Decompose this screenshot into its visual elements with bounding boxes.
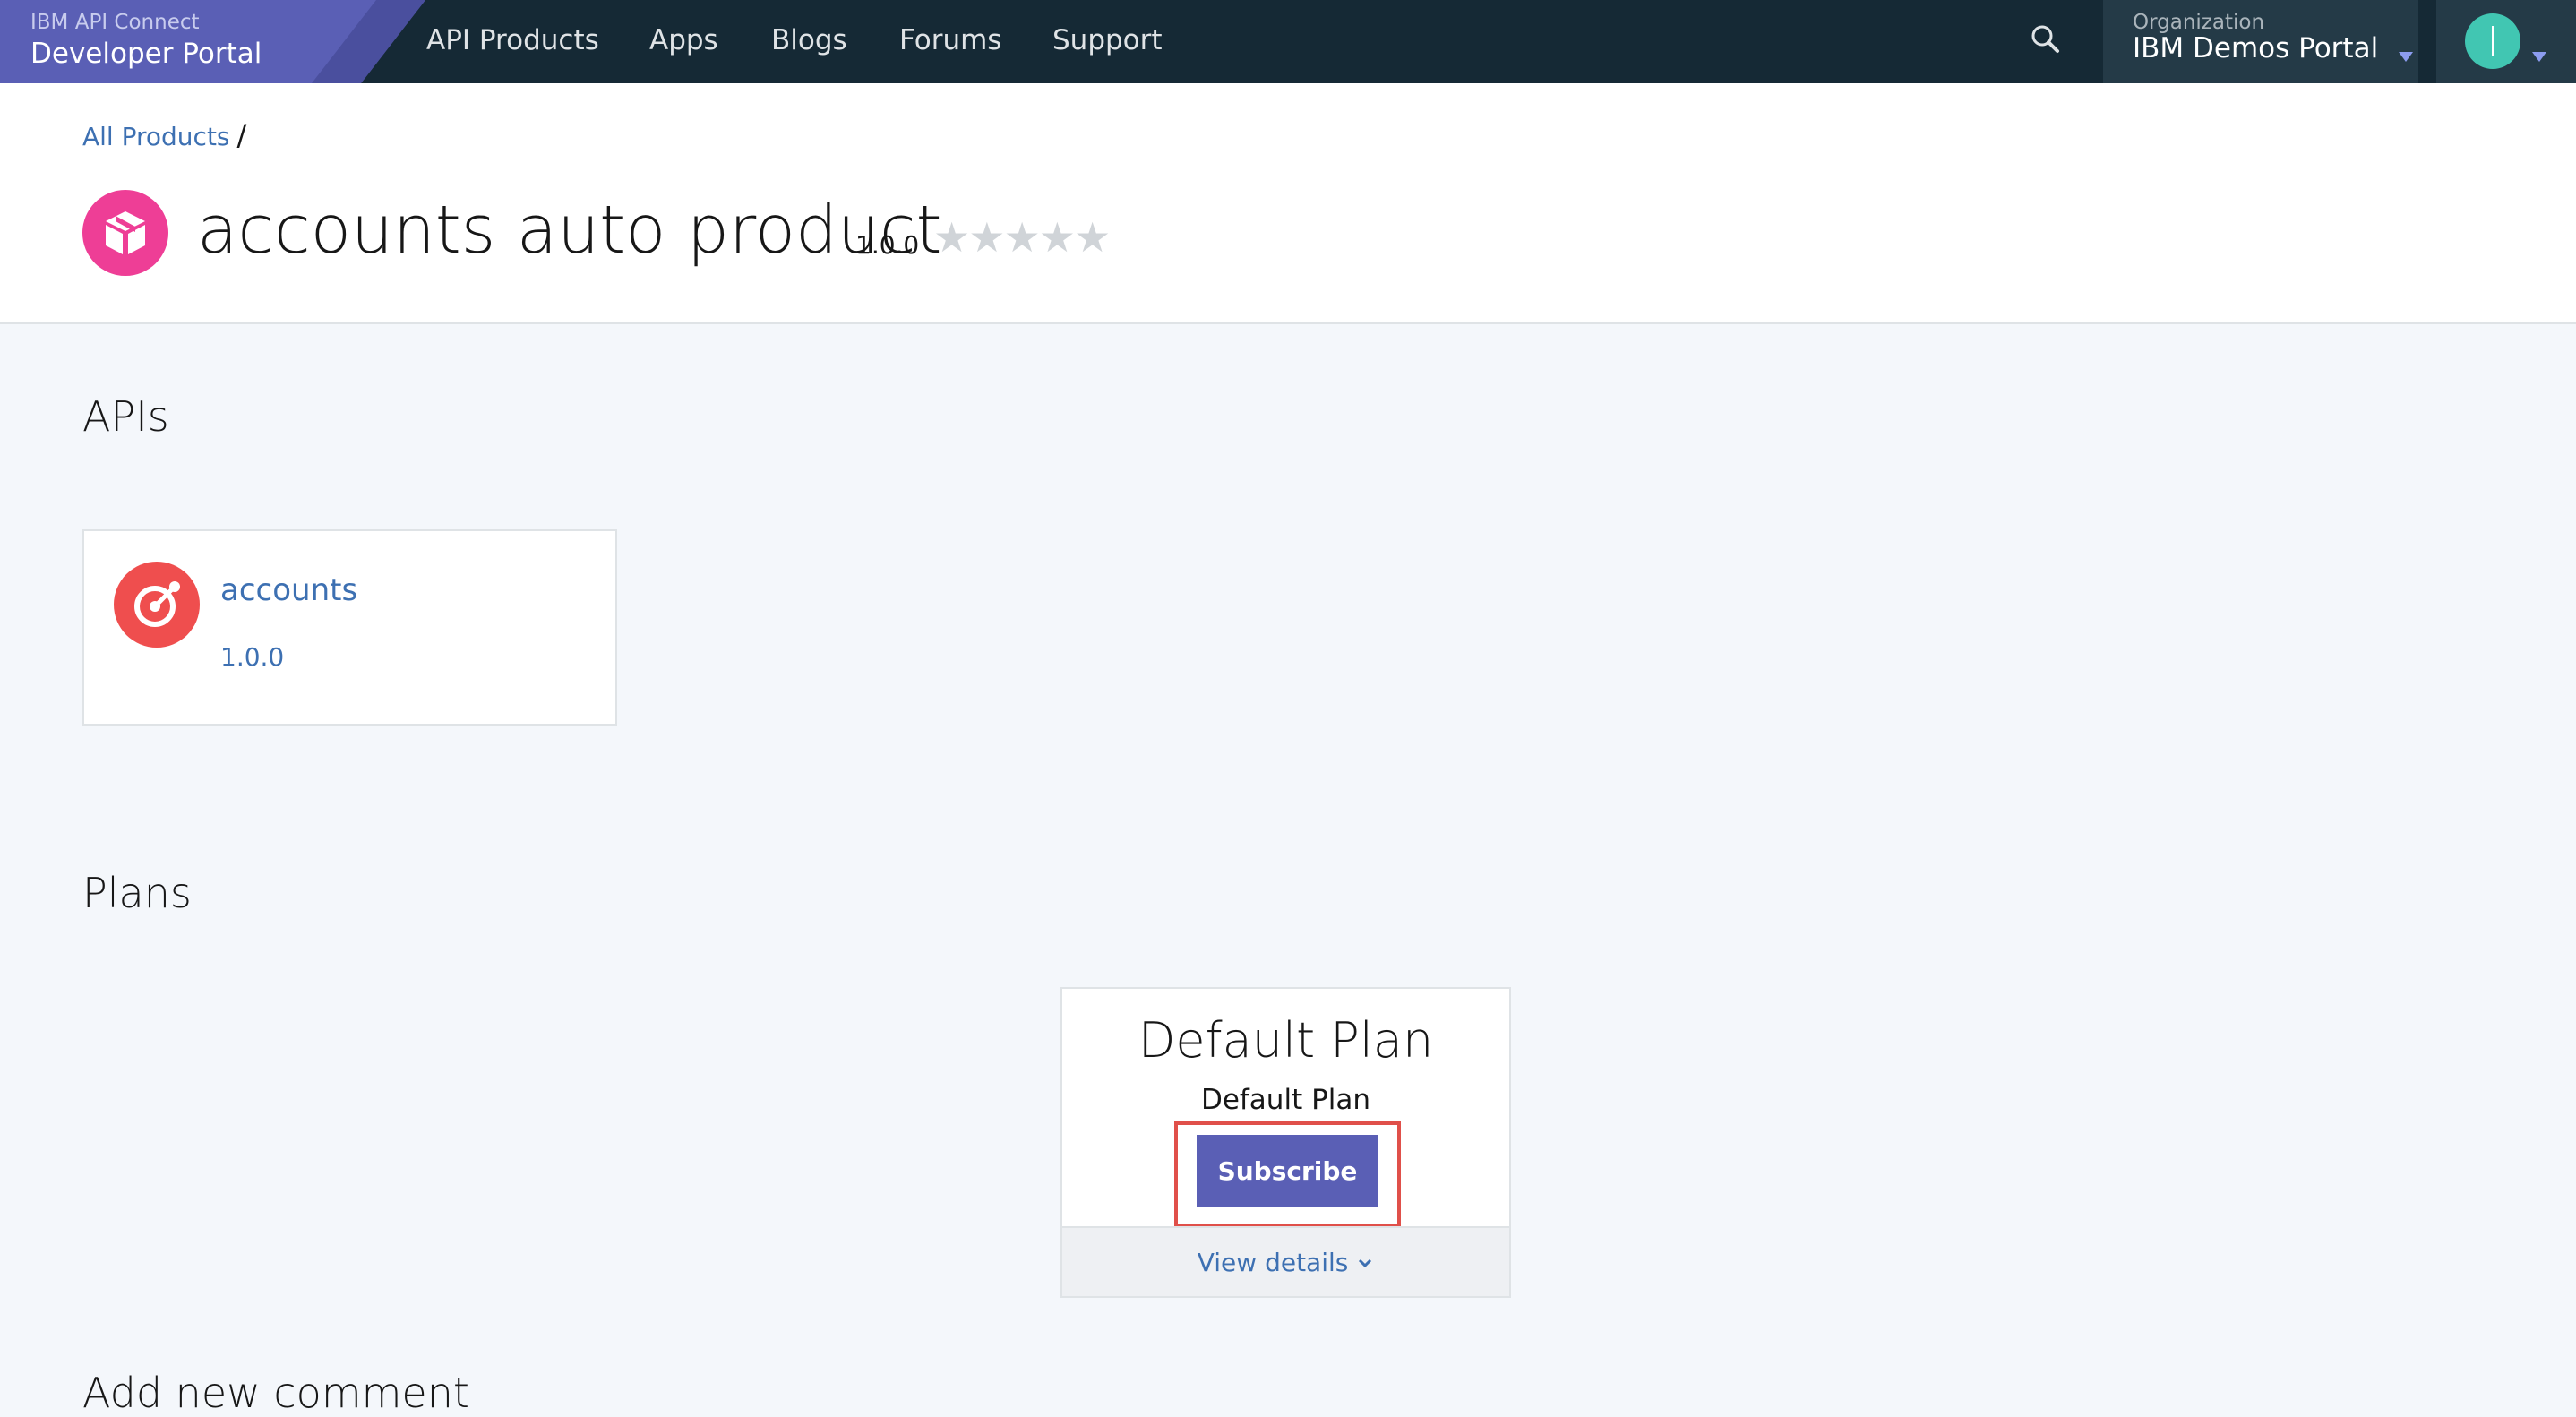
product-box-icon [82, 190, 168, 276]
api-name-link[interactable]: accounts [220, 572, 357, 608]
search-icon[interactable] [2026, 20, 2065, 59]
plan-card: Default Plan Default Plan Subscribe View… [1060, 987, 1511, 1298]
view-details-link[interactable]: View details [1062, 1248, 1509, 1277]
chevron-down-icon [2399, 52, 2413, 62]
nav-forums[interactable]: Forums [899, 24, 1001, 56]
organization-label: Organization [2133, 11, 2265, 34]
plan-card-footer: View details [1062, 1226, 1509, 1296]
brand-home-link[interactable]: IBM API Connect Developer Portal [0, 0, 425, 83]
breadcrumb-all-products-link[interactable]: All Products [82, 122, 230, 151]
api-icon [114, 562, 200, 648]
nav-apps[interactable]: Apps [649, 24, 718, 56]
api-card[interactable]: accounts 1.0.0 [82, 529, 617, 726]
view-details-label: View details [1197, 1248, 1349, 1277]
breadcrumb-separator: / [236, 118, 247, 152]
organization-selector[interactable]: Organization IBM Demos Portal [2103, 0, 2418, 83]
chevron-down-icon [1359, 1258, 1372, 1268]
nav-blogs[interactable]: Blogs [771, 24, 847, 56]
page-title: accounts auto product [197, 192, 942, 269]
api-version: 1.0.0 [220, 642, 285, 672]
breadcrumb: All Products / [82, 118, 246, 152]
apis-section-title: APIs [82, 392, 169, 441]
star-rating[interactable]: ★★★★★ [933, 213, 1111, 262]
brand-product-line: IBM API Connect [30, 11, 200, 34]
nav-api-products[interactable]: API Products [426, 24, 599, 56]
user-menu[interactable] [2436, 0, 2576, 83]
plan-description: Default Plan [1200, 1084, 1371, 1116]
subscribe-button[interactable]: Subscribe [1197, 1135, 1378, 1207]
brand-portal-name: Developer Portal [30, 38, 262, 70]
product-version: 1.0.0 [855, 230, 920, 260]
nav-support[interactable]: Support [1052, 24, 1163, 56]
plans-section-title: Plans [82, 869, 192, 917]
plan-title: Default Plan [1138, 1012, 1434, 1069]
top-navigation-bar: IBM API Connect Developer Portal API Pro… [0, 0, 2576, 83]
avatar [2465, 13, 2520, 69]
add-comment-title: Add new comment [82, 1369, 469, 1417]
chevron-down-icon [2532, 52, 2546, 62]
organization-name: IBM Demos Portal [2133, 32, 2379, 64]
